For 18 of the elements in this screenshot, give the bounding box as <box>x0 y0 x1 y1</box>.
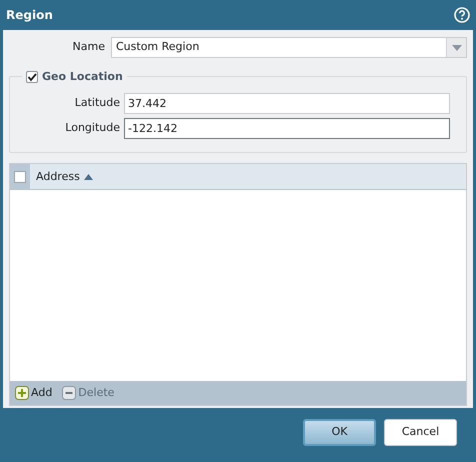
coordinate-field[interactable]: -122.142 <box>124 118 450 139</box>
checkmark-icon <box>27 72 37 82</box>
select-all-checkbox[interactable] <box>14 170 26 183</box>
window-title: Region <box>6 7 53 24</box>
geo-location-checkbox[interactable]: Geo Location <box>22 69 127 86</box>
help-icon[interactable] <box>454 7 470 23</box>
minus-icon <box>62 386 76 400</box>
cancel-button[interactable]: Cancel <box>384 419 457 446</box>
field-label: Name <box>72 39 106 56</box>
field-label: Longitude <box>64 120 121 136</box>
coordinate-field[interactable]: 37.442 <box>124 93 450 114</box>
add-button[interactable]: Add <box>15 384 52 402</box>
plus-icon <box>15 386 29 400</box>
field-label: Latitude <box>74 95 121 112</box>
name-dropdown[interactable]: Custom Region <box>111 37 467 58</box>
caret-icon <box>452 44 462 50</box>
ok-button[interactable]: OK <box>303 419 376 446</box>
column-header[interactable]: Address <box>30 168 93 186</box>
